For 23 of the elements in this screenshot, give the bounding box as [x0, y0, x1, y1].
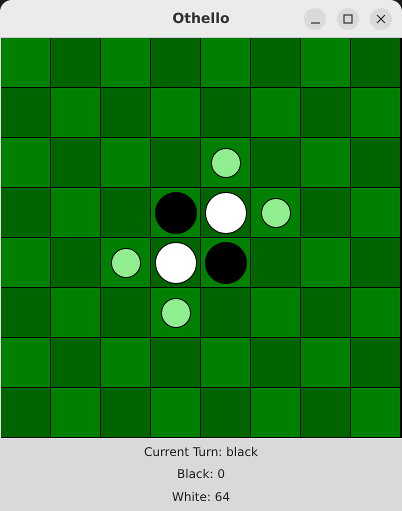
game-piece [204, 242, 246, 284]
board-square[interactable] [101, 238, 151, 288]
maximize-button[interactable] [337, 8, 359, 30]
board-square[interactable] [151, 238, 201, 288]
maximize-icon [343, 14, 353, 24]
current-turn-label: Current Turn: black [144, 445, 258, 460]
board-square[interactable] [201, 188, 251, 238]
close-icon [376, 14, 386, 24]
score-label: White: 64 [172, 490, 230, 504]
move-hint-dot [210, 148, 240, 178]
close-button[interactable] [370, 8, 392, 30]
score-label: Black: 0 [177, 467, 225, 482]
board-square[interactable] [201, 138, 251, 188]
minimize-icon [310, 22, 320, 24]
move-hint-dot [160, 298, 190, 328]
board-square[interactable] [251, 188, 301, 238]
game-piece [154, 192, 196, 234]
window-title: Othello [172, 10, 230, 26]
board-square[interactable] [151, 288, 201, 338]
game-piece [204, 192, 246, 234]
game-piece [154, 242, 196, 284]
move-hint-dot [260, 198, 290, 228]
move-hint-dot [110, 248, 140, 278]
